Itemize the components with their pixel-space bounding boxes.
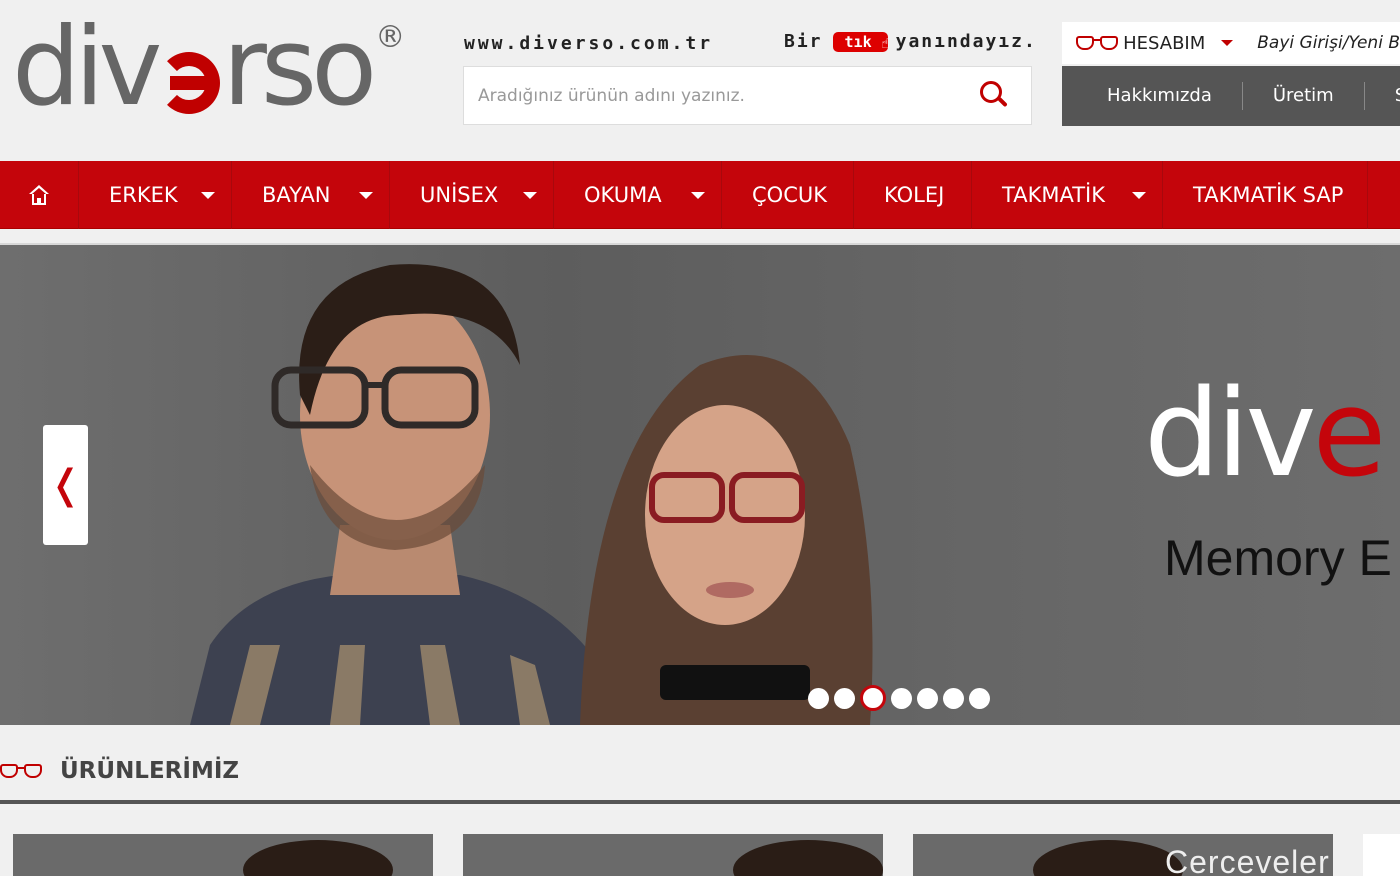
- product-card[interactable]: Cerceveler: [913, 834, 1333, 876]
- slogan-after: yanındayız.: [895, 31, 1037, 52]
- slider-dot[interactable]: [943, 687, 964, 709]
- nav-home[interactable]: [0, 161, 79, 229]
- nav-item-takmatik-sap[interactable]: TAKMATİK SAP: [1163, 161, 1368, 229]
- chevron-down-icon: [359, 192, 373, 199]
- dealer-login-link[interactable]: Bayi Girişi/Yeni B: [1257, 33, 1400, 53]
- chevron-down-icon: [691, 192, 705, 199]
- glasses-icon: [1076, 34, 1118, 52]
- nav-item-erkek[interactable]: ERKEK: [79, 161, 232, 229]
- account-bar: HESABIM Bayi Girişi/Yeni B: [1062, 22, 1400, 64]
- header: div rso ® www.diverso.com.tr Bir tık yan…: [0, 0, 1400, 160]
- slider-dot[interactable]: [917, 687, 938, 709]
- slide-brand-text: dive: [1144, 375, 1386, 495]
- nav-item-bayan[interactable]: BAYAN: [232, 161, 390, 229]
- search-input[interactable]: [478, 81, 958, 111]
- nav-item-label: OKUMA: [584, 183, 662, 207]
- hero-model-woman-image: [580, 355, 873, 725]
- nav-item-label: UNİSEX: [420, 183, 499, 207]
- product-cards: Cerceveler: [0, 834, 1400, 876]
- slider-dot[interactable]: [891, 687, 912, 709]
- nav-item-takmatik[interactable]: TAKMATİK: [972, 161, 1163, 229]
- glasses-icon: [0, 762, 46, 780]
- chevron-down-icon: [1132, 192, 1146, 199]
- hero-slider: dive Memory E ❬: [0, 245, 1400, 725]
- home-icon: [28, 185, 50, 205]
- slide-brand-left: div: [1144, 365, 1317, 504]
- nav-item-label: BAYAN: [262, 183, 331, 207]
- page: div rso ® www.diverso.com.tr Bir tık yan…: [0, 0, 1400, 876]
- nav-item-unisex[interactable]: UNİSEX: [390, 161, 554, 229]
- products-title: ÜRÜNLERİMİZ: [60, 758, 240, 784]
- product-card-caption: Cerceveler: [1165, 844, 1330, 876]
- corp-nav-production[interactable]: Üretim: [1243, 82, 1365, 110]
- nav-item-label: ÇOCUK: [752, 183, 827, 207]
- logo-e-mark: [158, 52, 221, 114]
- slogan-badge: tık: [832, 31, 890, 54]
- main-nav: ERKEK BAYAN UNİSEX OKUMA ÇOCUK KOLEJ TAK…: [0, 161, 1400, 229]
- logo-text-right: rso: [222, 5, 377, 130]
- logo-registered: ®: [375, 20, 406, 55]
- product-card[interactable]: [13, 834, 433, 876]
- nav-item-kolej[interactable]: KOLEJ: [854, 161, 972, 229]
- chevron-down-icon: [201, 192, 215, 199]
- slide-tagline: Memory E: [1164, 530, 1392, 586]
- slogan-before: Bir: [784, 31, 823, 52]
- chevron-down-icon: [523, 192, 537, 199]
- nav-item-label: KOLEJ: [884, 183, 945, 207]
- search-icon[interactable]: [980, 81, 1008, 109]
- logo[interactable]: div rso ®: [12, 14, 412, 134]
- slider-dot[interactable]: [834, 687, 855, 709]
- slider-prev-button[interactable]: ❬: [43, 425, 88, 545]
- slide-brand-right: e: [1312, 365, 1387, 504]
- section-divider: [0, 800, 1400, 804]
- slider-dot[interactable]: [969, 687, 990, 709]
- corp-nav-about[interactable]: Hakkımızda: [1062, 82, 1243, 110]
- chevron-down-icon[interactable]: [1221, 40, 1234, 46]
- products-section-title: ÜRÜNLERİMİZ: [0, 755, 239, 787]
- account-menu[interactable]: HESABIM: [1123, 33, 1205, 54]
- slogan: Bir tık yanındayız.: [784, 31, 1037, 54]
- product-card[interactable]: [463, 834, 883, 876]
- search-box: [463, 66, 1032, 125]
- product-card[interactable]: [1363, 834, 1400, 876]
- corporate-nav: Hakkımızda Üretim Se: [1062, 66, 1400, 126]
- logo-text-left: div: [12, 5, 163, 130]
- slider-dot-active[interactable]: [860, 685, 886, 711]
- nav-item-okuma[interactable]: OKUMA: [554, 161, 722, 229]
- site-url: www.diverso.com.tr: [464, 33, 714, 54]
- slider-dots: [808, 685, 990, 711]
- nav-item-label: ERKEK: [109, 183, 178, 207]
- nav-item-label: TAKMATİK: [1002, 183, 1105, 207]
- corp-nav-more[interactable]: Se: [1365, 82, 1400, 110]
- slider-dot[interactable]: [808, 687, 829, 709]
- nav-item-label: TAKMATİK SAP: [1193, 183, 1344, 207]
- nav-item-cocuk[interactable]: ÇOCUK: [722, 161, 854, 229]
- hero-model-man-image: [190, 264, 610, 725]
